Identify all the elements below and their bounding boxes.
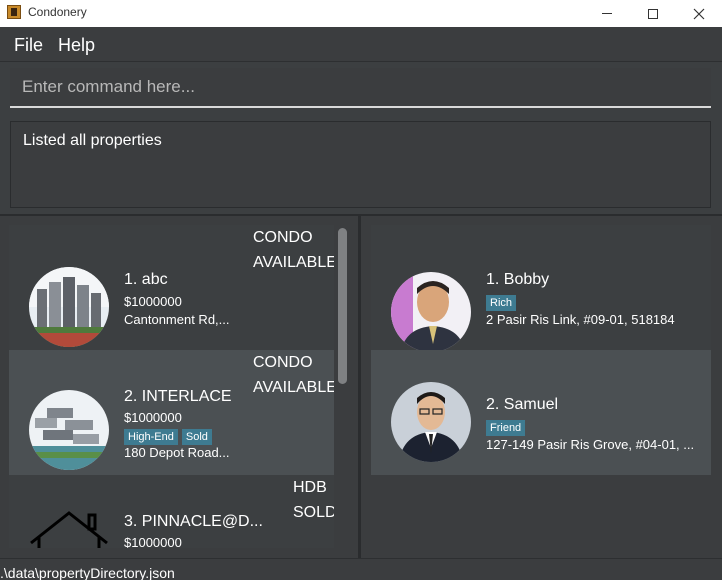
property-type: CONDO (253, 354, 313, 371)
window-title: Condonery (28, 5, 87, 19)
client-address: 2 Pasir Ris Link, #09-01, 518184 (486, 312, 675, 327)
client-tags: Friend (486, 418, 529, 436)
tag: High-End (124, 429, 178, 445)
client-card[interactable]: 1. Bobby Rich 2 Pasir Ris Link, #09-01, … (371, 225, 711, 352)
property-photo (29, 390, 109, 470)
property-card[interactable]: 1. abc $1000000 Cantonment Rd,... CONDO … (9, 225, 334, 350)
house-icon (29, 505, 109, 548)
client-avatar (391, 382, 471, 462)
property-price: $1000000 (124, 535, 182, 548)
property-address: Cantonment Rd,... (124, 312, 230, 327)
client-tags: Rich (486, 293, 520, 311)
property-status: AVAILABLE (253, 254, 334, 271)
property-tags: High-End Sold (124, 427, 216, 445)
app-logo-icon (7, 5, 21, 19)
client-name: 1. Bobby (486, 271, 550, 288)
client-card[interactable]: 2. Samuel Friend 127-149 Pasir Ris Grove… (371, 350, 711, 475)
result-text: Listed all properties (23, 132, 162, 149)
tag: Sold (181, 429, 212, 445)
property-card[interactable]: 2. INTERLACE $1000000 High-End Sold 180 D… (9, 350, 334, 475)
minimize-button[interactable] (584, 0, 630, 27)
close-icon (693, 8, 705, 19)
menu-help[interactable]: Help (58, 35, 95, 56)
command-input[interactable] (10, 68, 711, 106)
app-window: Condonery File Help Listed all propertie… (0, 0, 722, 580)
result-display: Listed all properties (10, 121, 711, 208)
status-file-path: .\data\propertyDirectory.json (0, 565, 175, 580)
property-photo (29, 267, 109, 347)
property-name: 1. abc (124, 271, 168, 288)
property-card[interactable]: 3. PINNACLE@D... $1000000 HDB SOLD (9, 475, 334, 548)
maximize-button[interactable] (630, 0, 676, 27)
maximize-icon (648, 8, 658, 19)
minimize-icon (602, 13, 612, 14)
property-status: SOLD (293, 504, 334, 521)
property-name: 2. INTERLACE (124, 388, 232, 405)
menu-bar: File Help (0, 27, 722, 62)
status-bar: .\data\propertyDirectory.json (0, 558, 722, 580)
title-bar: Condonery (0, 0, 722, 27)
tag: Friend (486, 420, 526, 436)
client-address: 127-149 Pasir Ris Grove, #04-01, ... (486, 437, 695, 452)
menu-file[interactable]: File (14, 35, 43, 56)
property-address: 180 Depot Road... (124, 445, 230, 460)
client-name: 2. Samuel (486, 396, 559, 413)
property-list-scrollbar[interactable] (338, 228, 347, 384)
property-name: 3. PINNACLE@D... (124, 513, 263, 530)
property-status: AVAILABLE (253, 379, 334, 396)
property-type: HDB (293, 479, 327, 496)
command-box (10, 68, 711, 108)
property-price: $1000000 (124, 410, 182, 425)
tag: Rich (486, 295, 517, 311)
property-type: CONDO (253, 229, 313, 246)
close-button[interactable] (676, 0, 722, 27)
client-avatar (391, 272, 471, 352)
property-price: $1000000 (124, 294, 182, 309)
